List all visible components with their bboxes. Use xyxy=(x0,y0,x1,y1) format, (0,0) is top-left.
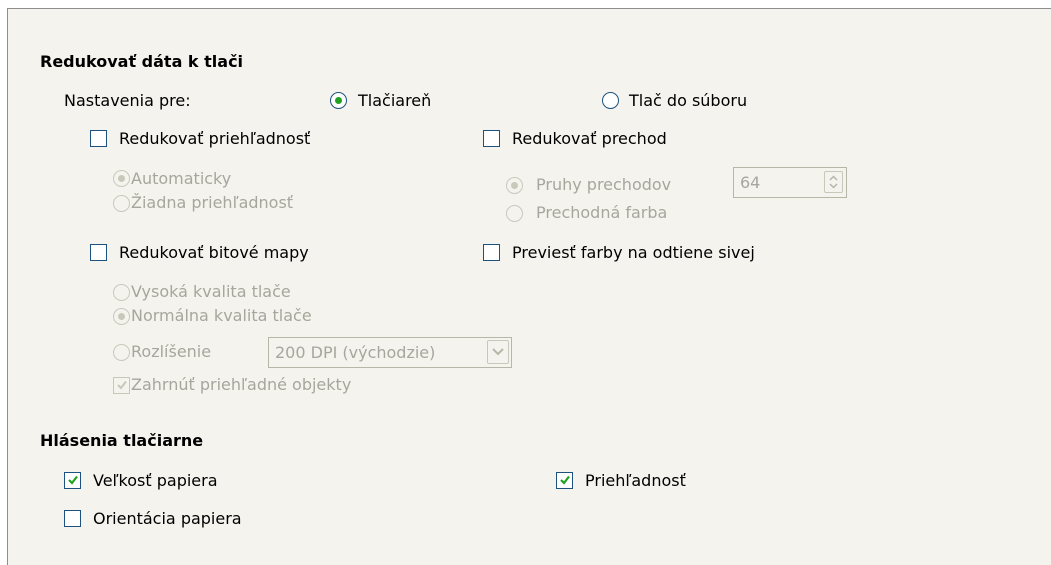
gradient-stripes-radio[interactable] xyxy=(506,177,523,194)
warn-paper-orientation-label[interactable]: Orientácia papiera xyxy=(93,509,242,529)
reduce-bitmaps-checkbox[interactable] xyxy=(90,244,107,261)
bitmap-resolution-radio[interactable] xyxy=(113,344,130,361)
warn-paper-size-checkbox[interactable] xyxy=(64,472,81,489)
gradient-stripes-label[interactable]: Pruhy prechodov xyxy=(536,175,671,195)
reduce-bitmaps-label[interactable]: Redukovať bitové mapy xyxy=(119,243,309,263)
include-transparent-label[interactable]: Zahrnúť priehľadné objekty xyxy=(131,375,351,395)
transparency-auto-label[interactable]: Automaticky xyxy=(131,169,231,189)
print-to-file-radio-label[interactable]: Tlač do súboru xyxy=(629,91,747,111)
resolution-select[interactable]: 200 DPI (východzie) xyxy=(268,337,512,368)
bitmap-resolution-label[interactable]: Rozlíšenie xyxy=(131,342,211,362)
bitmap-normal-quality-label[interactable]: Normálna kvalita tlače xyxy=(131,306,312,326)
bitmap-high-quality-label[interactable]: Vysoká kvalita tlače xyxy=(131,282,291,302)
print-to-file-radio[interactable] xyxy=(602,92,619,109)
transparency-auto-radio[interactable] xyxy=(113,170,130,187)
gradient-stripes-value: 64 xyxy=(740,173,761,192)
bitmap-normal-quality-radio[interactable] xyxy=(113,308,130,325)
gradient-color-label[interactable]: Prechodná farba xyxy=(536,203,667,223)
printer-radio-label[interactable]: Tlačiareň xyxy=(358,91,431,111)
convert-grayscale-checkbox[interactable] xyxy=(483,244,500,261)
resolution-select-value: 200 DPI (východzie) xyxy=(275,343,436,362)
checkmark-icon xyxy=(117,380,127,390)
bitmap-high-quality-radio[interactable] xyxy=(113,284,130,301)
section-title-reduce: Redukovať dáta k tlači xyxy=(40,52,244,71)
section-title-warnings: Hlásenia tlačiarne xyxy=(40,431,204,450)
reduce-gradient-checkbox[interactable] xyxy=(483,130,500,147)
chevron-down-icon[interactable] xyxy=(487,340,509,364)
warn-transparency-label[interactable]: Priehľadnosť xyxy=(585,471,686,491)
warn-paper-orientation-checkbox[interactable] xyxy=(64,510,81,527)
gradient-stripes-spinbox[interactable]: 64 xyxy=(733,167,847,198)
reduce-gradient-label[interactable]: Redukovať prechod xyxy=(512,129,667,149)
settings-for-label: Nastavenia pre: xyxy=(64,91,191,110)
reduce-transparency-label[interactable]: Redukovať priehľadnosť xyxy=(119,129,310,149)
printer-radio[interactable] xyxy=(330,92,347,109)
include-transparent-checkbox[interactable] xyxy=(113,377,130,394)
transparency-none-label[interactable]: Žiadna priehľadnosť xyxy=(131,193,293,213)
warn-transparency-checkbox[interactable] xyxy=(556,472,573,489)
gradient-color-radio[interactable] xyxy=(506,205,523,222)
checkmark-icon xyxy=(560,475,570,485)
reduce-transparency-checkbox[interactable] xyxy=(90,130,107,147)
checkmark-icon xyxy=(68,475,78,485)
warn-paper-size-label[interactable]: Veľkosť papiera xyxy=(93,471,218,491)
transparency-none-radio[interactable] xyxy=(113,195,130,212)
spin-updown-icon[interactable] xyxy=(824,171,843,193)
convert-grayscale-label[interactable]: Previesť farby na odtiene sivej xyxy=(512,243,755,263)
